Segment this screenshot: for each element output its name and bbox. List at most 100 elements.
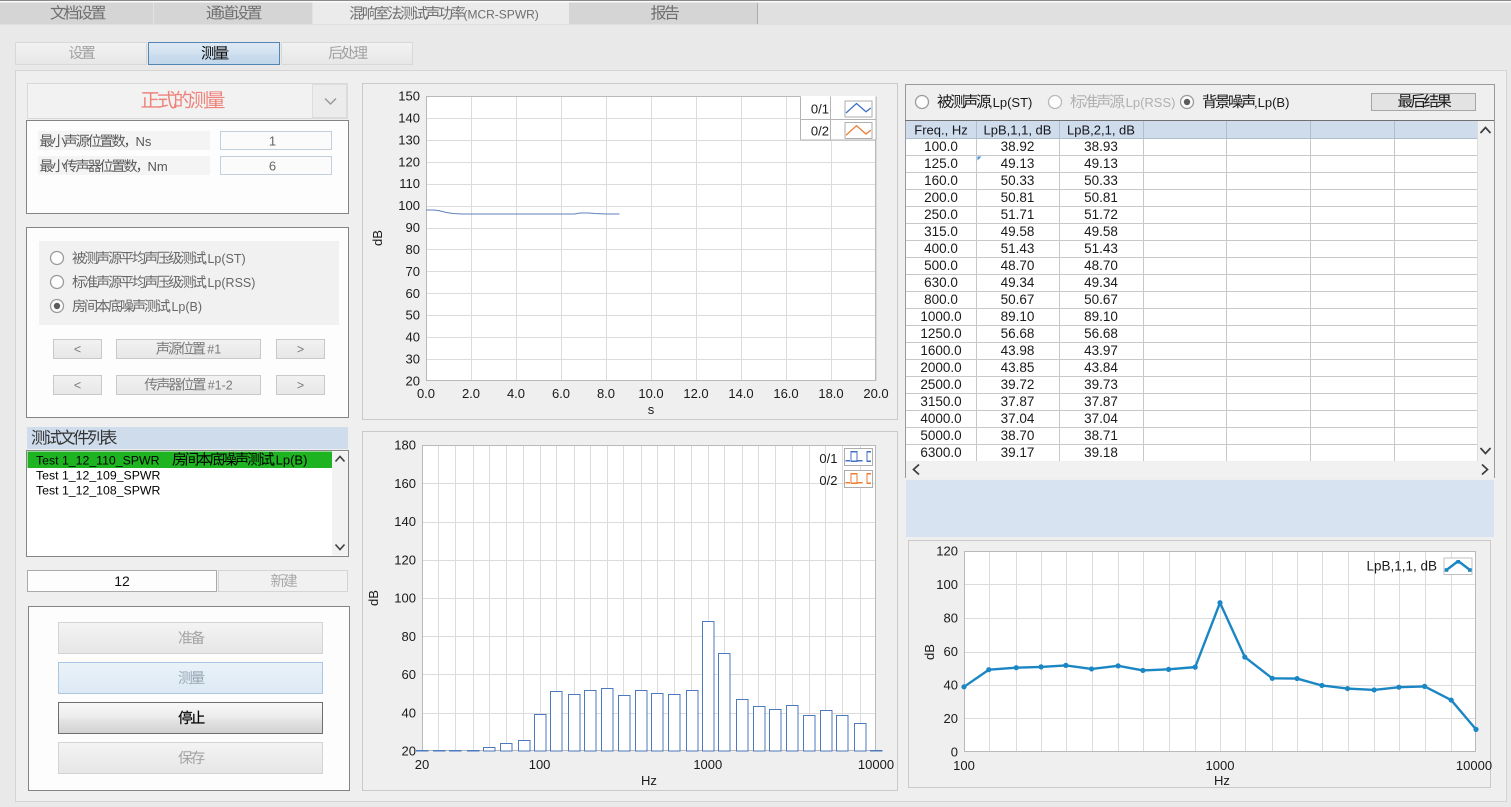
svg-text:50.81: 50.81: [1001, 190, 1035, 205]
svg-text:10000: 10000: [1456, 758, 1492, 773]
svg-text:1600.0: 1600.0: [920, 343, 961, 358]
svg-text:125.0: 125.0: [924, 156, 958, 171]
svg-text:160: 160: [394, 476, 416, 491]
svg-text:49.13: 49.13: [1001, 156, 1035, 171]
svg-text:120: 120: [394, 552, 416, 567]
svg-text:43.85: 43.85: [1001, 360, 1035, 375]
svg-text:0/1: 0/1: [811, 102, 829, 117]
svg-text:48.70: 48.70: [1084, 258, 1118, 273]
svg-text:14.0: 14.0: [728, 386, 753, 401]
svg-text:Hz: Hz: [641, 773, 657, 788]
svg-text:,Lp(ST): ,Lp(ST): [989, 95, 1032, 110]
svg-text:0.0: 0.0: [417, 386, 435, 401]
svg-text:20: 20: [415, 757, 429, 772]
svg-text:LpB,1,1, dB: LpB,1,1, dB: [984, 123, 1052, 138]
svg-text:60: 60: [402, 667, 416, 682]
svg-text:40: 40: [944, 678, 958, 693]
svg-text:180: 180: [394, 438, 416, 453]
svg-text:800.0: 800.0: [924, 292, 958, 307]
svg-text:LpB,2,1, dB: LpB,2,1, dB: [1067, 123, 1135, 138]
svg-text:,Lp(RSS): ,Lp(RSS): [1122, 95, 1175, 110]
svg-text:100: 100: [398, 198, 420, 213]
svg-text:60: 60: [944, 644, 958, 659]
svg-text:37.87: 37.87: [1084, 394, 1118, 409]
svg-text:50.67: 50.67: [1084, 292, 1118, 307]
svg-text:20.0: 20.0: [863, 386, 888, 401]
svg-text:37.04: 37.04: [1001, 411, 1035, 426]
svg-text:48.70: 48.70: [1001, 258, 1035, 273]
svg-text:2500.0: 2500.0: [920, 377, 961, 392]
svg-text:,Lp(B): ,Lp(B): [272, 453, 307, 468]
svg-text:Ns: Ns: [136, 134, 152, 149]
svg-text:37.87: 37.87: [1001, 394, 1035, 409]
svg-text:39.18: 39.18: [1084, 445, 1118, 460]
svg-text:43.97: 43.97: [1084, 343, 1118, 358]
svg-text:,Lp(RSS): ,Lp(RSS): [204, 276, 255, 290]
svg-text:dB: dB: [922, 644, 937, 660]
svg-text:3150.0: 3150.0: [920, 394, 961, 409]
svg-text:56.68: 56.68: [1001, 326, 1035, 341]
svg-text:120: 120: [936, 544, 958, 559]
svg-text:dB: dB: [366, 590, 381, 606]
svg-text:<: <: [74, 379, 81, 393]
svg-text:6.0: 6.0: [552, 386, 570, 401]
svg-text:5000.0: 5000.0: [920, 428, 961, 443]
svg-text:,Lp(B): ,Lp(B): [1254, 95, 1289, 110]
svg-text:51.71: 51.71: [1001, 207, 1035, 222]
svg-text:315.0: 315.0: [924, 224, 958, 239]
svg-text:100: 100: [394, 591, 416, 606]
svg-text:>: >: [297, 379, 304, 393]
svg-text:38.93: 38.93: [1084, 139, 1118, 154]
svg-text:LpB,1,1, dB: LpB,1,1, dB: [1366, 559, 1437, 574]
svg-text:1000.0: 1000.0: [920, 309, 961, 324]
svg-text:630.0: 630.0: [924, 275, 958, 290]
svg-text:500.0: 500.0: [924, 258, 958, 273]
svg-text:10.0: 10.0: [638, 386, 663, 401]
svg-text:0/2: 0/2: [811, 124, 829, 139]
svg-text:20: 20: [944, 711, 958, 726]
svg-text:50.33: 50.33: [1001, 173, 1035, 188]
svg-text:80: 80: [406, 242, 420, 257]
svg-text:80: 80: [944, 611, 958, 626]
svg-text:50: 50: [406, 308, 420, 323]
svg-text:49.58: 49.58: [1084, 224, 1118, 239]
svg-text:1000: 1000: [1206, 758, 1235, 773]
svg-text:43.84: 43.84: [1084, 360, 1118, 375]
svg-text:49.13: 49.13: [1084, 156, 1118, 171]
svg-text:56.68: 56.68: [1084, 326, 1118, 341]
svg-text:49.34: 49.34: [1084, 275, 1118, 290]
svg-text:40: 40: [406, 330, 420, 345]
svg-text:4000.0: 4000.0: [920, 411, 961, 426]
svg-text:Hz: Hz: [1214, 773, 1230, 788]
svg-text:140: 140: [398, 110, 420, 125]
svg-text:10000: 10000: [858, 757, 894, 772]
svg-text:0/1: 0/1: [819, 451, 837, 466]
svg-text:,Lp(B): ,Lp(B): [168, 300, 202, 314]
svg-text:8.0: 8.0: [597, 386, 615, 401]
svg-text:51.72: 51.72: [1084, 207, 1118, 222]
svg-text:<: <: [74, 343, 81, 357]
svg-text:200.0: 200.0: [924, 190, 958, 205]
svg-text:16.0: 16.0: [773, 386, 798, 401]
svg-text:Test 1_12_108_SPWR: Test 1_12_108_SPWR: [36, 484, 161, 498]
svg-text:Freq., Hz: Freq., Hz: [914, 123, 967, 138]
svg-text:37.04: 37.04: [1084, 411, 1118, 426]
svg-text:150: 150: [398, 89, 420, 104]
svg-text:120: 120: [398, 154, 420, 169]
svg-text:Nm: Nm: [148, 159, 168, 174]
svg-text:43.98: 43.98: [1001, 343, 1035, 358]
svg-text:0/2: 0/2: [819, 473, 837, 488]
svg-text:250.0: 250.0: [924, 207, 958, 222]
svg-text:51.43: 51.43: [1001, 241, 1035, 256]
svg-text:30: 30: [406, 352, 420, 367]
svg-text:130: 130: [398, 132, 420, 147]
svg-text:Test 1_12_110_SPWR: Test 1_12_110_SPWR: [36, 454, 160, 468]
svg-text:60: 60: [406, 286, 420, 301]
svg-text:6300.0: 6300.0: [920, 445, 961, 460]
svg-text:49.34: 49.34: [1001, 275, 1035, 290]
svg-text:50.81: 50.81: [1084, 190, 1118, 205]
svg-text:50.67: 50.67: [1001, 292, 1035, 307]
svg-text:40: 40: [402, 705, 416, 720]
svg-text:400.0: 400.0: [924, 241, 958, 256]
svg-text:160.0: 160.0: [924, 173, 958, 188]
